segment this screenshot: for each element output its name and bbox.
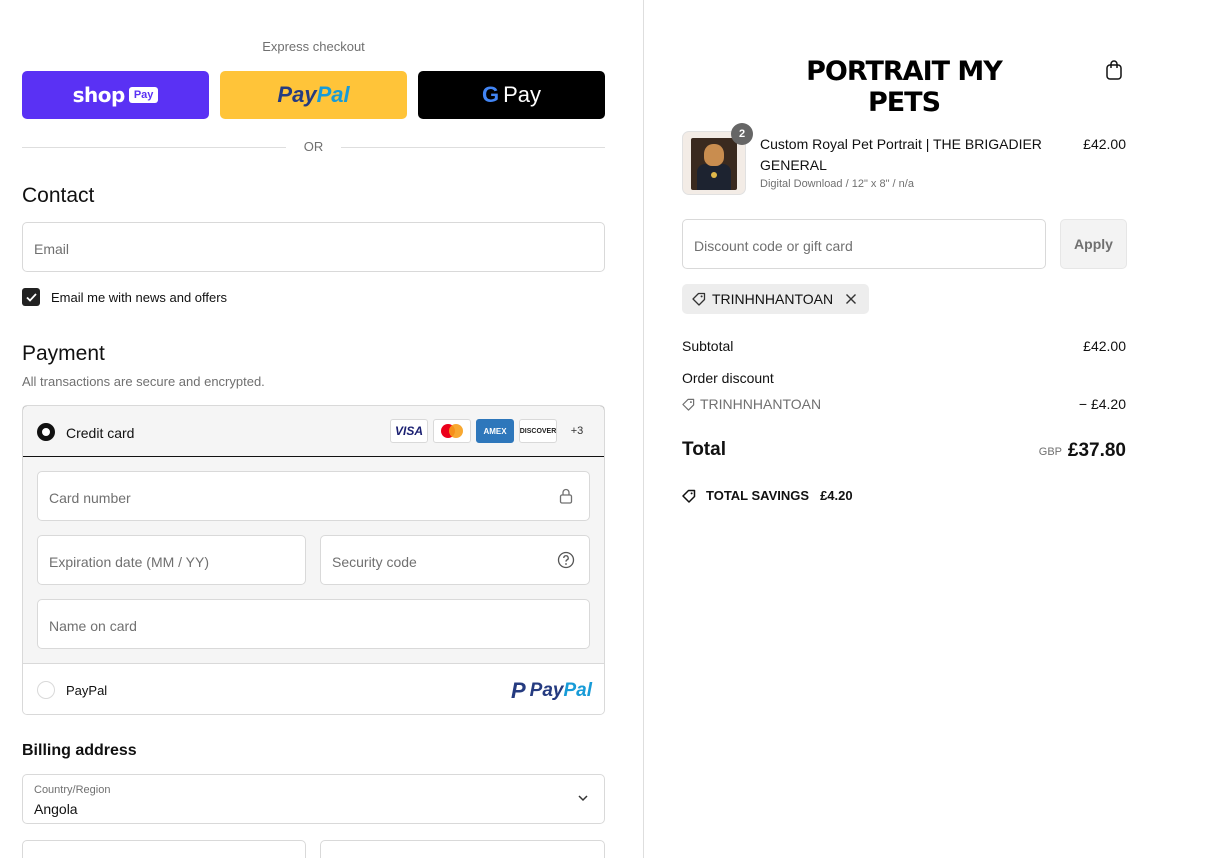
name-on-card-field[interactable]: Name on card (37, 599, 590, 649)
google-pay-word: Pay (503, 82, 542, 107)
remove-discount-icon[interactable] (845, 293, 857, 305)
subtotal-label: Subtotal (682, 338, 734, 354)
or-divider: OR (22, 138, 605, 156)
currency-code: GBP (1038, 446, 1062, 458)
payment-heading: Payment (22, 342, 105, 365)
shop-pay-logo-badge: Pay (128, 87, 159, 103)
discount-code-placeholder: Discount code or gift card (694, 238, 853, 254)
total-value: £37.80 (1067, 440, 1126, 461)
discover-icon: DISCOVER (519, 419, 557, 443)
shopping-bag-icon[interactable] (1104, 59, 1124, 81)
credit-card-option[interactable]: Credit card VISA AMEX DISCOVER +3 (23, 406, 604, 457)
checkout-form-panel: Express checkout shop Pay PayPal G Pay O… (0, 0, 643, 858)
payment-security-note: All transactions are secure and encrypte… (22, 374, 265, 389)
paypal-label: PayPal (66, 683, 108, 698)
help-icon[interactable] (557, 551, 575, 569)
total-savings-value: £4.20 (820, 488, 853, 503)
discount-code-row: TRINHNHANTOAN − £4.20 (682, 396, 1126, 412)
shop-pay-button[interactable]: shop Pay (22, 71, 209, 119)
newsletter-label: Email me with news and offers (51, 289, 228, 305)
discount-value: − £4.20 (1078, 396, 1126, 412)
product-price: £42.00 (1083, 136, 1126, 152)
payment-methods: Credit card VISA AMEX DISCOVER +3 Card n… (22, 405, 605, 715)
billing-address-heading: Billing address (22, 742, 137, 759)
security-code-field[interactable]: Security code (320, 535, 590, 585)
country-region-select[interactable]: Country/Region Angola (22, 774, 605, 824)
shop-pay-logo-word: shop (72, 83, 126, 107)
total-savings-label: TOTAL SAVINGS (706, 488, 810, 503)
savings-tag-icon (682, 489, 696, 503)
card-number-placeholder: Card number (49, 490, 131, 506)
amex-icon: AMEX (476, 419, 514, 443)
chevron-down-icon (578, 795, 588, 802)
total-label: Total (682, 439, 726, 460)
applied-discount-code: TRINHNHANTOAN (712, 291, 834, 307)
country-region-value: Angola (34, 801, 78, 817)
contact-heading: Contact (22, 184, 95, 207)
email-placeholder: Email (34, 241, 70, 257)
check-icon (25, 292, 37, 302)
paypal-express-button[interactable]: PayPal (220, 71, 407, 119)
paypal-option[interactable]: PayPal P PayPal (23, 663, 604, 714)
order-summary-panel: PORTRAIT MY PETS 2 Custom Royal Pet Port… (644, 0, 1218, 858)
google-pay-button[interactable]: G Pay (418, 71, 605, 119)
credit-card-label: Credit card (66, 425, 135, 441)
google-g-icon: G (481, 82, 500, 107)
product-name: Custom Royal Pet Portrait | THE BRIGADIE… (760, 136, 1042, 173)
order-discount-label: Order discount (682, 370, 774, 386)
card-number-field[interactable]: Card number (37, 471, 590, 521)
visa-icon: VISA (390, 419, 428, 443)
express-checkout-label: Express checkout (262, 39, 365, 54)
discount-code-input[interactable]: Discount code or gift card (682, 219, 1046, 269)
billing-last-name-field[interactable] (320, 840, 605, 858)
subtotal-row: Subtotal £42.00 (682, 338, 1126, 354)
country-region-label: Country/Region (34, 784, 111, 796)
tag-icon (692, 292, 706, 306)
billing-first-name-field[interactable] (22, 840, 306, 858)
paypal-radio[interactable] (37, 681, 55, 699)
discount-code-text: TRINHNHANTOAN (700, 396, 822, 412)
order-discount-row: Order discount (682, 370, 1126, 386)
subtotal-value: £42.00 (1083, 338, 1126, 354)
expiration-placeholder: Expiration date (MM / YY) (49, 554, 210, 570)
more-cards-count: +3 (570, 425, 584, 437)
tag-icon (682, 398, 695, 411)
mastercard-icon (433, 419, 471, 443)
paypal-logo-icon: P PayPal (510, 678, 592, 703)
credit-card-radio[interactable] (37, 423, 55, 441)
card-brand-icons: VISA AMEX DISCOVER +3 (390, 419, 592, 443)
total-savings: TOTAL SAVINGS £4.20 (682, 488, 853, 503)
apply-discount-button[interactable]: Apply (1060, 219, 1127, 269)
paypal-logo: PayPal (277, 82, 350, 107)
product-variant: Digital Download / 12" x 8" / n/a (760, 178, 914, 190)
name-on-card-placeholder: Name on card (49, 618, 137, 634)
security-code-placeholder: Security code (332, 554, 417, 570)
expiration-date-field[interactable]: Expiration date (MM / YY) (37, 535, 306, 585)
quantity-badge: 2 (731, 123, 753, 145)
lock-icon (557, 487, 575, 505)
newsletter-option[interactable]: Email me with news and offers (22, 288, 227, 306)
total-row: Total GBP £37.80 (682, 439, 1126, 461)
store-logo-title[interactable]: PORTRAIT MY PETS (770, 56, 1038, 118)
email-field[interactable]: Email (22, 222, 605, 272)
applied-discount-chip: TRINHNHANTOAN (682, 284, 870, 314)
newsletter-checkbox[interactable] (22, 288, 40, 306)
